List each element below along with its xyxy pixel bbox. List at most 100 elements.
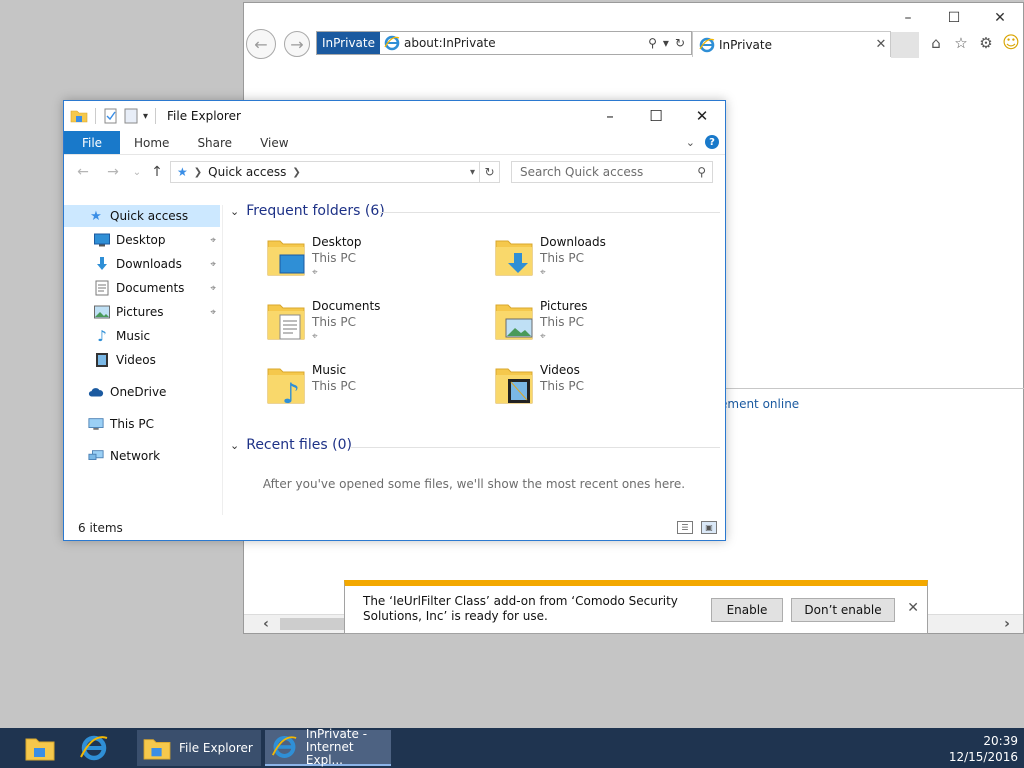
music-folder-icon: ♪ bbox=[267, 368, 305, 405]
fe-address-bar[interactable]: ★ ❯ Quick access ❯ ▾ ↻ bbox=[170, 161, 500, 183]
frequent-folders-title: Frequent folders (6) bbox=[246, 203, 385, 219]
new-tab-button[interactable] bbox=[891, 32, 919, 58]
pin-icon[interactable]: ⌖ bbox=[210, 235, 216, 246]
folder-name: Music bbox=[312, 363, 347, 377]
back-button[interactable]: ← bbox=[246, 29, 276, 59]
taskbar-app-internet-explorer[interactable]: InPrivate - Internet Expl... bbox=[265, 726, 391, 767]
content-pane: ⌄ Frequent folders (6) Desktop This PC ⌖ Do… bbox=[224, 197, 724, 517]
ie-page-link[interactable]: ement online bbox=[720, 397, 799, 411]
sidebar-item-quick-access[interactable]: ★ Quick access bbox=[64, 205, 220, 227]
taskbar: File Explorer InPrivate - Internet Expl.… bbox=[0, 726, 1024, 768]
refresh-icon[interactable]: ↻ bbox=[675, 36, 685, 50]
taskbar-app-label-line2: Internet Expl... bbox=[305, 739, 354, 767]
sidebar-item-documents[interactable]: Documents ⌖ bbox=[64, 277, 220, 299]
large-icons-view-icon[interactable]: ▣ bbox=[701, 521, 717, 534]
ie-toolbar-icons: ⌂ ☆ ⚙ ☺ bbox=[926, 33, 1021, 53]
taskbar-app-file-explorer[interactable]: File Explorer bbox=[137, 730, 261, 766]
sidebar-item-music[interactable]: ♪ Music bbox=[64, 325, 220, 347]
settings-icon[interactable]: ⚙ bbox=[976, 33, 996, 53]
pictures-folder-icon bbox=[495, 304, 533, 340]
folder-name: Pictures bbox=[540, 299, 588, 313]
tab-share[interactable]: Share bbox=[183, 131, 246, 154]
tab-view[interactable]: View bbox=[246, 131, 302, 154]
qat-separator bbox=[155, 108, 157, 124]
folder-location: This PC bbox=[312, 315, 356, 329]
sidebar-item-network[interactable]: Network bbox=[64, 445, 220, 467]
tab-close-icon[interactable]: ✕ bbox=[872, 37, 890, 52]
fe-maximize-button[interactable]: ☐ bbox=[633, 101, 679, 131]
taskbar-ie-pin[interactable] bbox=[70, 730, 118, 766]
folder-tile-videos[interactable]: Videos This PC bbox=[494, 363, 714, 419]
dont-enable-button[interactable]: Don’t enable bbox=[791, 598, 895, 622]
fe-minimize-button[interactable]: – bbox=[587, 101, 633, 131]
new-folder-icon[interactable] bbox=[123, 108, 139, 124]
scroll-thumb[interactable] bbox=[280, 618, 350, 630]
chevron-down-icon[interactable]: ⌄ bbox=[230, 205, 239, 218]
navigation-pane: ★ Quick access Desktop ⌖ Downloads ⌖ Documents… bbox=[64, 205, 223, 515]
folder-name: Videos bbox=[540, 363, 580, 377]
taskbar-file-explorer-pin[interactable] bbox=[16, 730, 64, 766]
properties-icon[interactable] bbox=[103, 108, 119, 124]
chevron-down-icon[interactable]: ⌄ bbox=[230, 439, 239, 452]
folder-name: Documents bbox=[312, 299, 381, 313]
refresh-icon[interactable]: ↻ bbox=[479, 162, 499, 182]
taskbar-app-label-line1: InPrivate - bbox=[305, 726, 368, 741]
search-icon[interactable]: ⚲ bbox=[648, 36, 657, 50]
address-bar[interactable]: InPrivate about:InPrivate ⚲ ▾ ↻ bbox=[316, 31, 692, 55]
breadcrumb-separator[interactable]: ❯ bbox=[292, 167, 300, 178]
up-arrow-icon[interactable]: ↑ bbox=[148, 163, 166, 181]
back-arrow-icon[interactable]: ← bbox=[74, 163, 92, 181]
tab-home[interactable]: Home bbox=[120, 131, 183, 154]
ribbon-tabs: File Home Share View ⌄ ? bbox=[64, 131, 725, 155]
address-url[interactable]: about:InPrivate bbox=[404, 36, 648, 50]
folder-tile-downloads[interactable]: Downloads This PC ⌖ bbox=[494, 235, 714, 291]
pin-icon[interactable]: ⌖ bbox=[210, 259, 216, 270]
details-view-icon[interactable]: ☰ bbox=[677, 521, 693, 534]
folder-tile-music[interactable]: ♪ Music This PC bbox=[266, 363, 486, 419]
favorites-icon[interactable]: ☆ bbox=[951, 33, 971, 53]
search-input[interactable]: Search Quick access ⚲ bbox=[511, 161, 713, 183]
fe-close-button[interactable]: ✕ bbox=[679, 101, 725, 131]
pin-icon[interactable]: ⌖ bbox=[210, 307, 216, 318]
scroll-right-icon[interactable]: › bbox=[997, 615, 1017, 633]
tab-file[interactable]: File bbox=[64, 131, 120, 154]
smiley-icon[interactable]: ☺ bbox=[1001, 33, 1021, 53]
breadcrumb[interactable]: Quick access bbox=[208, 165, 286, 179]
back-icon: ← bbox=[254, 34, 268, 54]
pin-icon: ⌖ bbox=[540, 267, 546, 278]
search-icon: ⚲ bbox=[697, 165, 706, 179]
help-icon[interactable]: ? bbox=[705, 135, 719, 149]
fe-caption-buttons: – ☐ ✕ bbox=[587, 101, 725, 131]
sidebar-item-this-pc[interactable]: This PC bbox=[64, 413, 220, 435]
recent-files-header[interactable]: ⌄ Recent files (0) bbox=[230, 437, 352, 453]
expand-ribbon-icon[interactable]: ⌄ bbox=[686, 136, 695, 149]
sidebar-item-pictures[interactable]: Pictures ⌖ bbox=[64, 301, 220, 323]
folder-tile-desktop[interactable]: Desktop This PC ⌖ bbox=[266, 235, 486, 291]
folder-tile-pictures[interactable]: Pictures This PC ⌖ bbox=[494, 299, 714, 355]
folder-tile-documents[interactable]: Documents This PC ⌖ bbox=[266, 299, 486, 355]
chevron-down-icon[interactable]: ▾ bbox=[470, 167, 475, 178]
taskbar-clock[interactable]: 20:39 12/15/2016 bbox=[949, 733, 1018, 765]
quick-access-toolbar: ▾ bbox=[64, 108, 159, 124]
sidebar-item-downloads[interactable]: Downloads ⌖ bbox=[64, 253, 220, 275]
frequent-folders-header[interactable]: ⌄ Frequent folders (6) bbox=[230, 203, 385, 219]
scroll-left-icon[interactable]: ‹ bbox=[256, 615, 276, 633]
qat-separator bbox=[95, 108, 96, 124]
sidebar-item-desktop[interactable]: Desktop ⌖ bbox=[64, 229, 220, 251]
ie-tab[interactable]: InPrivate ✕ bbox=[692, 31, 891, 57]
enable-button[interactable]: Enable bbox=[711, 598, 783, 622]
sidebar-item-label: Network bbox=[110, 449, 161, 463]
pin-icon[interactable]: ⌖ bbox=[210, 283, 216, 294]
star-icon: ★ bbox=[177, 165, 188, 179]
recent-locations-icon[interactable]: ⌄ bbox=[128, 163, 146, 181]
sidebar-item-onedrive[interactable]: OneDrive bbox=[64, 381, 220, 403]
forward-arrow-icon[interactable]: → bbox=[104, 163, 122, 181]
qat-dropdown-icon[interactable]: ▾ bbox=[143, 111, 148, 122]
home-icon[interactable]: ⌂ bbox=[926, 33, 946, 53]
forward-button[interactable]: → bbox=[284, 31, 310, 57]
close-icon[interactable]: ✕ bbox=[907, 600, 919, 616]
chevron-down-icon[interactable]: ▾ bbox=[663, 36, 669, 50]
tab-title: InPrivate bbox=[719, 37, 772, 52]
sidebar-item-label: Quick access bbox=[110, 209, 189, 223]
sidebar-item-videos[interactable]: Videos bbox=[64, 349, 220, 371]
